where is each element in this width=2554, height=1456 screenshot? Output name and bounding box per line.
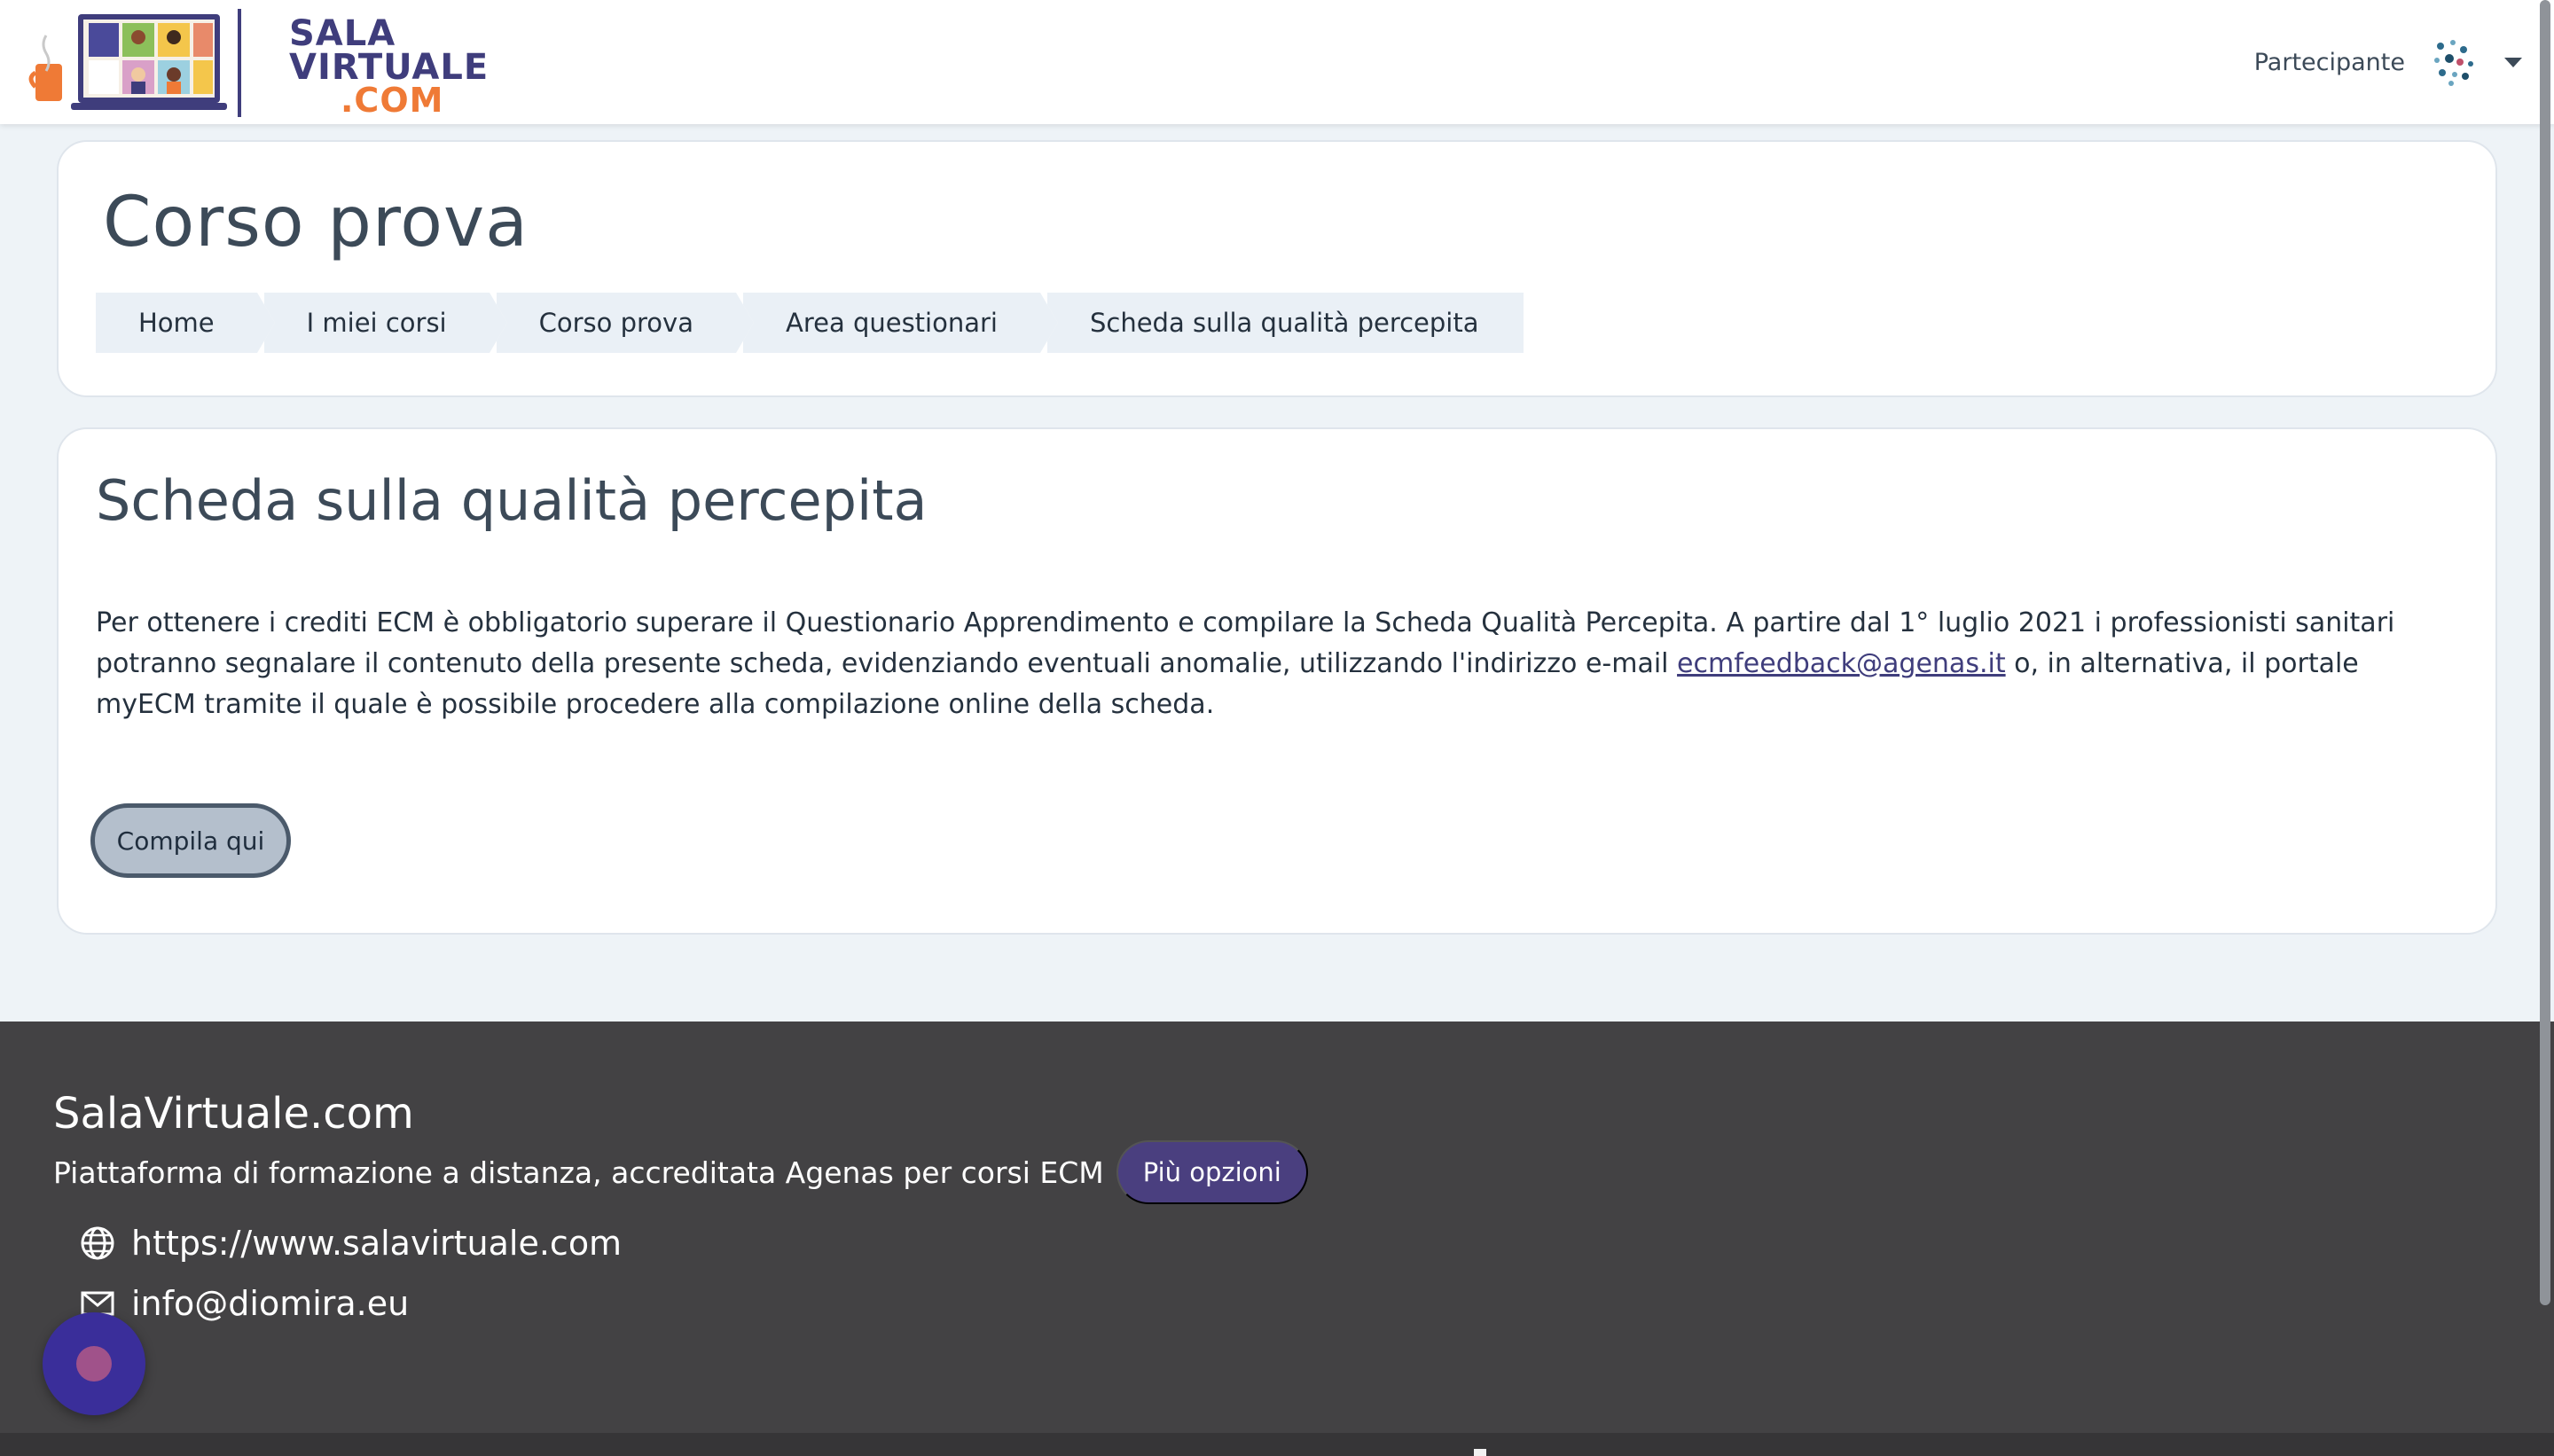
section-title: Scheda sulla qualità percepita — [96, 468, 928, 533]
page-scrollbar[interactable] — [2540, 0, 2550, 1305]
breadcrumb-item-current: Scheda sulla qualità percepita — [1039, 293, 1524, 353]
compila-qui-button[interactable]: Compila qui — [90, 803, 291, 878]
feedback-email-link[interactable]: ecmfeedback@agenas.it — [1677, 648, 2006, 679]
chat-status-dot — [76, 1346, 112, 1382]
breadcrumb-item-course[interactable]: Corso prova — [489, 293, 755, 353]
scroll-indicator-mark — [1474, 1449, 1486, 1456]
chat-launcher-icon[interactable] — [43, 1312, 145, 1415]
main-content-card: Scheda sulla qualità percepita Per otten… — [57, 427, 2497, 935]
breadcrumb-item-questionnaires[interactable]: Area questionari — [735, 293, 1058, 353]
globe-icon — [81, 1226, 114, 1260]
site-footer: SalaVirtuale.com Piattaforma di formazio… — [0, 1022, 2554, 1456]
page-header-card: Corso prova Home I miei corsi Corso prov… — [57, 140, 2497, 397]
caret-down-icon[interactable] — [2504, 57, 2522, 67]
user-menu[interactable]: Partecipante — [2254, 27, 2522, 98]
footer-description: Piattaforma di formazione a distanza, ac… — [53, 1155, 1104, 1190]
footer-description-row: Piattaforma di formazione a distanza, ac… — [53, 1140, 1308, 1204]
breadcrumb: Home I miei corsi Corso prova Area quest… — [96, 293, 1531, 353]
logo-text-virtuale: VIRTUALE — [289, 47, 490, 88]
breadcrumb-item-my-courses[interactable]: I miei corsi — [256, 293, 507, 353]
footer-brand: SalaVirtuale.com — [53, 1089, 414, 1139]
footer-email-row: info@diomira.eu — [80, 1284, 409, 1323]
logo-text-sala: SALA — [289, 13, 396, 54]
footer-website-link[interactable]: https://www.salavirtuale.com — [131, 1224, 622, 1263]
avatar-molecule-icon[interactable] — [2425, 34, 2481, 90]
breadcrumb-item-home[interactable]: Home — [96, 293, 275, 353]
user-role-label: Partecipante — [2253, 48, 2405, 76]
intro-text: Per ottenere i crediti ECM è obbligatori… — [96, 603, 2455, 725]
site-logo[interactable]: SALA VIRTUALE .COM — [28, 9, 488, 120]
logo-text-com: .COM — [341, 81, 444, 120]
page-title: Corso prova — [103, 183, 529, 262]
top-navbar: SALA VIRTUALE .COM Partecipante — [0, 0, 2554, 124]
footer-website-row: https://www.salavirtuale.com — [80, 1224, 622, 1263]
logo-illustration-icon — [28, 9, 241, 117]
footer-bottom-strip — [0, 1433, 2554, 1456]
more-options-button[interactable]: Più opzioni — [1116, 1140, 1308, 1204]
footer-email-link[interactable]: info@diomira.eu — [131, 1284, 409, 1323]
